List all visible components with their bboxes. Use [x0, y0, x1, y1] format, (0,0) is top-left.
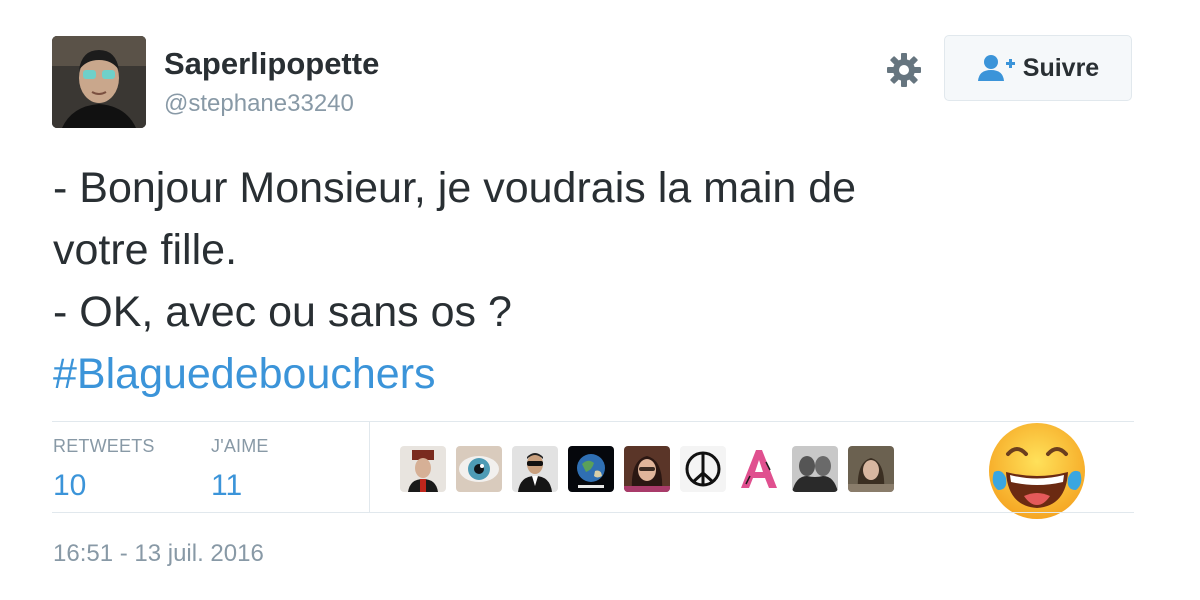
display-name[interactable]: Saperlipopette — [164, 46, 379, 82]
hashtag-link[interactable]: #Blaguedebouchers — [53, 343, 1133, 405]
liker-avatar-2[interactable] — [456, 446, 502, 492]
avatar[interactable] — [52, 36, 146, 128]
liker-avatar-8[interactable] — [792, 446, 838, 492]
tweet-line: - OK, avec ou sans os ? — [53, 288, 512, 336]
divider — [52, 512, 1134, 513]
follow-label: Suivre — [1022, 53, 1100, 82]
liker-avatar-7[interactable] — [736, 446, 782, 492]
likes-value: 11 — [211, 469, 243, 502]
tweet-text: - Bonjour Monsieur, je voudrais la main … — [53, 157, 1133, 405]
tweet-line: - Bonjour Monsieur, je voudrais la main … — [53, 164, 857, 212]
profile-photo — [52, 36, 146, 128]
liker-avatar-5[interactable] — [624, 446, 670, 492]
user-handle[interactable]: @stephane33240 — [164, 90, 354, 118]
liker-avatar-6[interactable] — [680, 446, 726, 492]
retweets-label: RETWEETS — [53, 436, 155, 456]
liker-avatars — [400, 446, 894, 492]
tears-of-joy-emoji — [989, 423, 1085, 519]
retweets-value: 10 — [53, 469, 87, 502]
like-count[interactable]: J'AIME 11 — [211, 436, 269, 503]
add-user-icon — [977, 55, 1015, 81]
divider — [52, 421, 1134, 422]
liker-avatar-4[interactable] — [568, 446, 614, 492]
liker-avatar-1[interactable] — [400, 446, 446, 492]
gear-icon[interactable] — [884, 50, 924, 90]
likes-label: J'AIME — [211, 436, 269, 456]
liker-avatar-3[interactable] — [512, 446, 558, 492]
timestamp[interactable]: 16:51 - 13 juil. 2016 — [53, 540, 264, 568]
follow-button[interactable]: Suivre — [944, 35, 1132, 101]
liker-avatar-9[interactable] — [848, 446, 894, 492]
stats-separator — [369, 422, 370, 512]
tweet-line: votre fille. — [53, 226, 238, 274]
retweet-count[interactable]: RETWEETS 10 — [53, 436, 155, 503]
